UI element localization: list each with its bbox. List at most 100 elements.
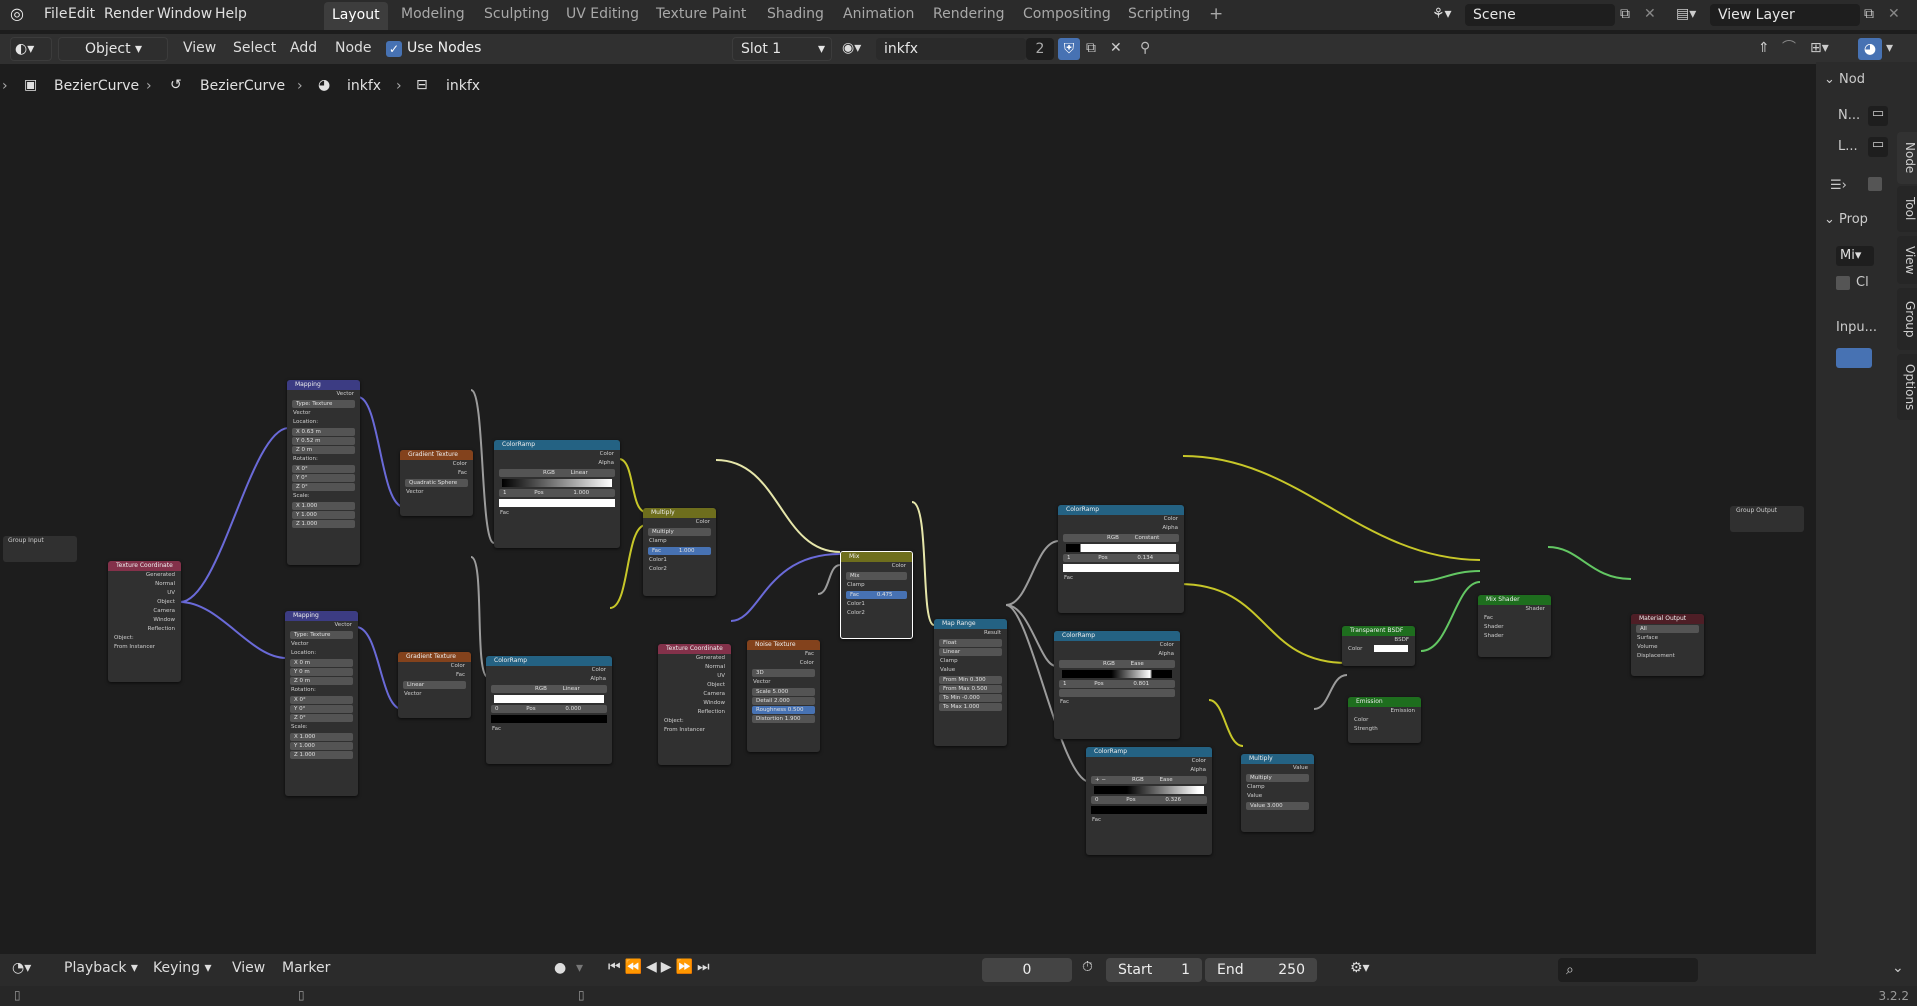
menu-edit[interactable]: Edit (68, 0, 95, 30)
ramp-mode-dropdowns[interactable]: RGB Linear (491, 685, 607, 693)
menu-render[interactable]: Render (104, 0, 154, 30)
tab-view[interactable]: View (1897, 236, 1917, 284)
blend-type-dropdown[interactable]: Mi▾ (1836, 246, 1874, 266)
scale-x-field[interactable]: X 1.000 (290, 733, 353, 741)
tab-compositing[interactable]: Compositing (1015, 0, 1119, 30)
label-field-icon[interactable]: ▭ (1868, 137, 1888, 157)
timeline-view-menu[interactable]: View (232, 960, 265, 976)
location-z-field[interactable]: Z 0 m (290, 677, 353, 685)
from-min-field[interactable]: From Min 0.300 (939, 676, 1002, 684)
breadcrumb-expand-icon[interactable]: › (2, 78, 8, 94)
stop-color-swatch[interactable] (1091, 806, 1207, 814)
fac-field[interactable]: Fac 1.000 (648, 547, 711, 555)
snap-icon[interactable]: ⌒ (1782, 34, 1796, 64)
math-multiply-node[interactable]: Multiply Value Multiply Clamp Value Valu… (1241, 754, 1314, 832)
mapping-node[interactable]: Mapping Vector Type: Texture Vector Loca… (287, 380, 360, 565)
stopwatch-icon[interactable]: ⏱ (1082, 959, 1093, 975)
type-dropdown[interactable]: Type: Texture (292, 400, 355, 408)
view-layer-field[interactable]: View Layer (1710, 4, 1860, 26)
timeline-search-field[interactable]: ⌕ (1558, 958, 1698, 982)
timeline-options-dropdown[interactable]: ⚙▾ (1350, 960, 1370, 976)
roughness-field[interactable]: Roughness 0.500 (752, 706, 815, 714)
slot-dropdown[interactable]: Slot 1 ▾ (732, 37, 832, 61)
color-toggle[interactable] (1868, 177, 1882, 191)
tab-rendering[interactable]: Rendering (925, 0, 1013, 30)
gradient-type-dropdown[interactable]: Linear (403, 681, 466, 689)
playback-controls[interactable]: ⏮⏪◀▶⏩⏭ (608, 959, 714, 975)
data-type-dropdown[interactable]: Float (939, 639, 1002, 647)
rotation-z-field[interactable]: Z 0° (290, 714, 353, 722)
tab-texture-paint[interactable]: Texture Paint (648, 0, 754, 30)
material-users-count[interactable]: 2 (1026, 38, 1054, 60)
gradient-texture-node[interactable]: Gradient Texture Color Fac Quadratic Sph… (400, 450, 473, 516)
operation-dropdown[interactable]: Multiply (1246, 774, 1309, 782)
playback-menu[interactable]: Playback ▾ (64, 960, 138, 976)
tab-options[interactable]: Options (1897, 354, 1917, 420)
fac-field[interactable]: Fac 0.475 (846, 591, 907, 599)
breadcrumb-material[interactable]: inkfx (347, 78, 381, 94)
rotation-y-field[interactable]: Y 0° (290, 705, 353, 713)
clamp-checkbox[interactable]: Clamp (934, 657, 1007, 666)
location-x-field[interactable]: X 0 m (290, 659, 353, 667)
mix-node[interactable]: Mix Color Mix Clamp Fac 0.475 Color1 Col… (840, 551, 913, 639)
parent-node-tree-icon[interactable]: ⇑ (1758, 34, 1770, 64)
location-x-field[interactable]: X 0.63 m (292, 428, 355, 436)
overlays-toggle-icon[interactable]: ◕ (1858, 38, 1882, 60)
clamp-checkbox[interactable] (1836, 276, 1850, 290)
menu-file[interactable]: File (44, 0, 67, 30)
color-ramp-gradient[interactable] (1094, 786, 1204, 794)
blend-mode-dropdown[interactable]: Multiply (648, 528, 711, 536)
ramp-mode-dropdowns[interactable]: RGB Ease (1059, 660, 1175, 668)
detail-field[interactable]: Detail 2.000 (752, 697, 815, 705)
from-max-field[interactable]: From Max 0.500 (939, 685, 1002, 693)
duplicate-material-icon[interactable]: ⧉ (1086, 34, 1096, 64)
map-range-node[interactable]: Map Range Result Float Linear Clamp Valu… (934, 619, 1007, 746)
scale-y-field[interactable]: Y 1.000 (290, 742, 353, 750)
from-instancer-checkbox[interactable]: From Instancer (108, 643, 181, 652)
stop-position-field[interactable]: 0 Pos 0.000 (491, 705, 607, 713)
timeline-editor-type-icon[interactable]: ◔▾ (12, 960, 31, 976)
type-dropdown[interactable]: Type: Texture (290, 631, 353, 639)
stop-position-field[interactable]: 1 Pos 1.000 (499, 489, 615, 497)
menu-select[interactable]: Select (233, 34, 276, 64)
texture-coordinate-node[interactable]: Texture Coordinate Generated Normal UV O… (658, 644, 731, 765)
pin-icon[interactable]: ⚲ (1140, 34, 1150, 64)
dimensions-dropdown[interactable]: 3D (752, 669, 815, 677)
snap-mode-dropdown[interactable]: ⊞▾ (1810, 34, 1829, 64)
list-icon[interactable]: ☰› (1830, 178, 1847, 193)
color-ramp-node[interactable]: ColorRamp Color Alpha + − RGB Ease 0 Pos … (1086, 747, 1212, 855)
timeline-collapse-icon[interactable]: ⌄ (1892, 960, 1904, 976)
object-field[interactable]: Object: (658, 717, 731, 726)
to-max-field[interactable]: To Max 1.000 (939, 703, 1002, 711)
stop-color-swatch[interactable] (1063, 564, 1179, 572)
tab-layout[interactable]: Layout (324, 2, 388, 30)
tab-shading[interactable]: Shading (759, 0, 832, 30)
node-canvas[interactable]: Group Input Group Output Texture Coordin… (0, 66, 1816, 954)
material-browse-icon[interactable]: ◉▾ (842, 34, 861, 64)
tab-tool[interactable]: Tool (1897, 186, 1917, 232)
add-stop-icon[interactable]: + − (1095, 777, 1106, 783)
rotation-z-field[interactable]: Z 0° (292, 483, 355, 491)
marker-menu[interactable]: Marker (282, 960, 330, 976)
scale-z-field[interactable]: Z 1.000 (292, 520, 355, 528)
unlink-material-icon[interactable]: ✕ (1110, 34, 1122, 64)
distortion-field[interactable]: Distortion 1.900 (752, 715, 815, 723)
object-field[interactable]: Object: (108, 634, 181, 643)
fake-user-shield-icon[interactable]: ⛨ (1058, 38, 1080, 60)
mapping-node[interactable]: Mapping Vector Type: Texture Vector Loca… (285, 611, 358, 796)
stop-color-swatch[interactable] (491, 715, 607, 723)
tab-uv-editing[interactable]: UV Editing (558, 0, 647, 30)
breadcrumb-node-tree[interactable]: inkfx (446, 78, 480, 94)
tab-node[interactable]: Node (1897, 132, 1917, 184)
ramp-mode-dropdowns[interactable]: RGB Linear (499, 469, 615, 477)
rotation-x-field[interactable]: X 0° (290, 696, 353, 704)
blender-logo-icon[interactable]: ◎ (10, 0, 24, 30)
ramp-mode-dropdowns[interactable]: RGB Constant (1063, 534, 1179, 542)
keying-menu[interactable]: Keying ▾ (153, 960, 212, 976)
stop-position-field[interactable]: 0 Pos 0.326 (1091, 796, 1207, 804)
scale-y-field[interactable]: Y 1.000 (292, 511, 355, 519)
tab-group[interactable]: Group (1897, 288, 1917, 350)
properties-section-header[interactable]: ⌄ Prop (1824, 212, 1868, 227)
name-field-icon[interactable]: ▭ (1868, 106, 1888, 126)
location-y-field[interactable]: Y 0 m (290, 668, 353, 676)
